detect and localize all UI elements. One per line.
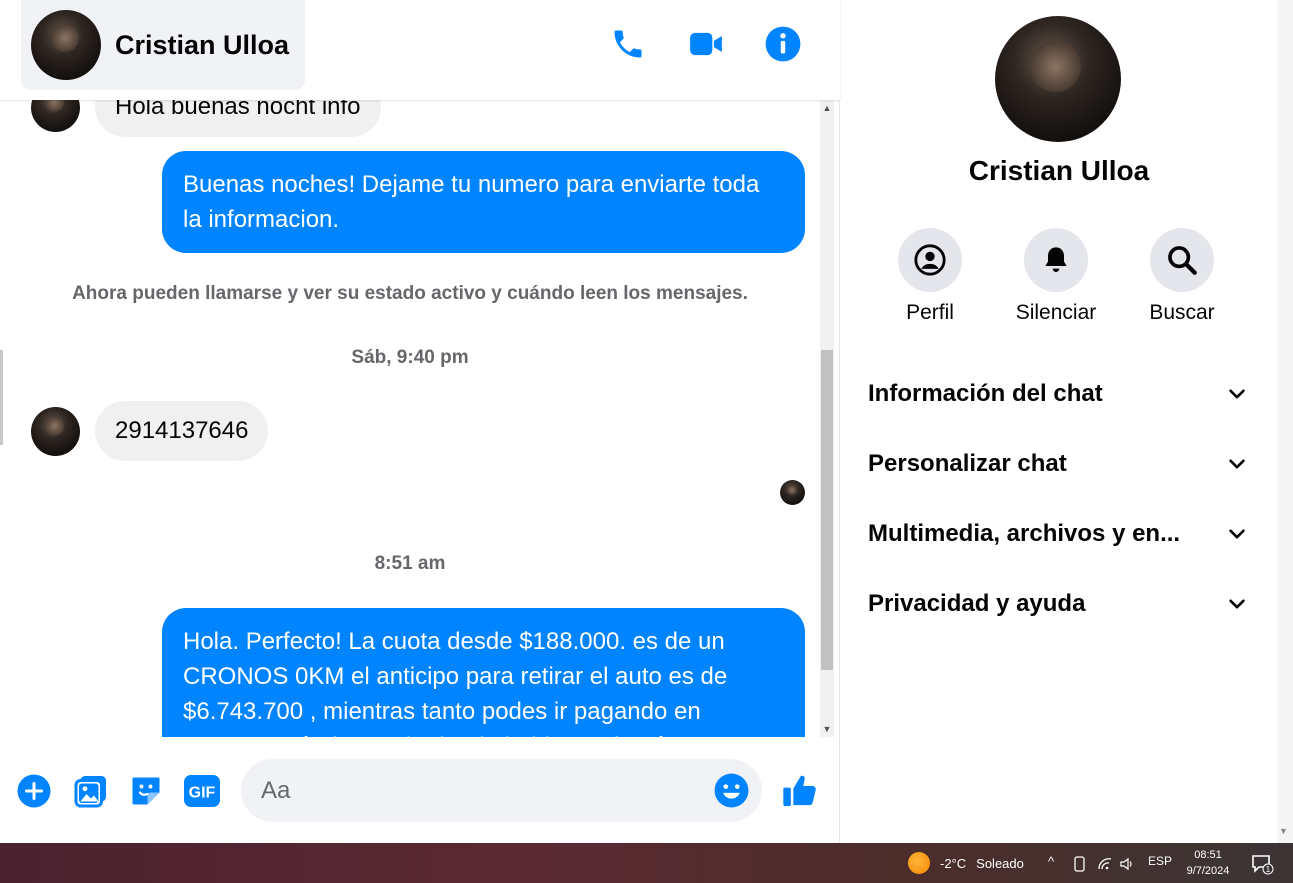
svg-text:1: 1 [1266,865,1271,874]
conversation-info-button[interactable] [761,22,805,66]
video-camera-icon [690,32,722,56]
send-like-button[interactable] [780,771,820,811]
video-call-button[interactable] [684,22,728,66]
mute-action-circle [1024,228,1088,292]
tray-expand-icon[interactable]: ^ [1048,854,1054,869]
chat-header: Cristian Ulloa [0,0,840,100]
messenger-window: Cristian Ulloa Hola buenas nocht info Bu… [0,0,1293,883]
section-label: Información del chat [868,380,1103,407]
profile-action-button[interactable]: Perfil [875,228,985,325]
message-scrollbar[interactable]: ▲ ▼ [820,100,834,737]
gif-button[interactable]: GIF [183,773,221,809]
chevron-down-icon [1229,389,1245,399]
profile-icon [914,244,946,276]
message-input[interactable] [261,759,701,822]
section-privacy-help[interactable]: Privacidad y ayuda [868,579,1248,629]
chevron-down-icon [1229,459,1245,469]
contact-name: Cristian Ulloa [115,29,290,60]
message-list[interactable]: Hola buenas nocht info Buenas noches! De… [0,100,820,737]
incoming-message-row: 2914137646 [31,401,269,461]
seen-indicator-avatar [780,480,805,505]
mute-action-button[interactable]: Silenciar [1001,228,1111,325]
incoming-message[interactable]: Hola buenas nocht info [95,100,381,137]
chevron-down-icon [1229,529,1245,539]
sender-avatar [31,406,80,456]
incoming-message[interactable]: 2914137646 [95,401,269,461]
section-media-files[interactable]: Multimedia, archivos y en... [868,509,1248,559]
conversation-details-pane: Cristian Ulloa Perfil Silenciar Buscar I… [839,0,1277,843]
sun-icon [908,852,930,874]
emoji-icon [714,773,749,808]
system-notice: Ahora pueden llamarse y ver su estado ac… [72,283,748,304]
wifi-icon[interactable] [1097,857,1113,871]
scroll-down-arrow-icon[interactable]: ▼ [820,721,834,737]
search-action-label: Buscar [1149,301,1215,324]
input-language[interactable]: ESP [1148,854,1172,868]
contact-header-button[interactable]: Cristian Ulloa [21,0,305,90]
clock-time: 08:51 [1194,849,1222,861]
volume-icon[interactable] [1119,856,1135,872]
profile-action-label: Perfil [906,301,954,324]
search-action-button[interactable]: Buscar [1127,228,1237,325]
profile-name: Cristian Ulloa [968,155,1150,186]
gif-icon: GIF [184,775,220,807]
scroll-up-arrow-icon[interactable]: ▲ [820,100,834,116]
windows-taskbar: -2°C Soleado ^ ESP 08:51 9/7/2024 1 [0,843,1293,883]
weather-temperature: -2°C [940,855,967,871]
voice-call-button[interactable] [606,22,650,66]
info-icon [765,26,801,62]
sticker-icon [132,777,160,805]
like-icon [783,775,816,806]
composer-bar: GIF [0,737,840,843]
photo-icon [74,776,106,808]
message-timestamp: 8:51 am [374,553,446,574]
message-input-container [241,759,762,822]
incoming-message-row: Hola buenas nocht info [31,100,381,137]
section-label: Personalizar chat [868,450,1067,477]
contact-avatar [31,10,101,80]
weather-condition: Soleado [976,855,1024,871]
profile-action-circle [898,228,962,292]
more-actions-button[interactable] [16,773,52,809]
mute-action-label: Silenciar [1015,301,1097,324]
notification-center-icon[interactable]: 1 [1250,853,1274,875]
section-chat-info[interactable]: Información del chat [868,369,1248,419]
weather-widget[interactable]: -2°C Soleado [908,852,1024,874]
section-customize-chat[interactable]: Personalizar chat [868,439,1248,489]
chat-pane: Cristian Ulloa Hola buenas nocht info Bu… [0,0,840,843]
profile-avatar[interactable] [995,16,1121,142]
svg-text:GIF: GIF [189,785,216,802]
search-icon [1168,246,1197,275]
attach-photo-button[interactable] [73,773,109,809]
page-scroll-down-arrow-icon[interactable]: ▼ [1279,826,1288,836]
section-label: Privacidad y ayuda [868,590,1086,617]
scrollbar-thumb[interactable] [821,350,833,670]
bell-icon [1045,247,1067,272]
clock-date: 9/7/2024 [1186,865,1230,877]
message-timestamp: Sáb, 9:40 pm [351,347,469,368]
outgoing-message[interactable]: Buenas noches! Dejame tu numero para env… [162,151,805,253]
search-action-circle [1150,228,1214,292]
emoji-button[interactable] [713,772,750,809]
phone-icon [614,30,642,58]
system-clock[interactable]: 08:51 9/7/2024 [1180,847,1236,879]
page-scrollbar[interactable] [1277,0,1293,843]
section-label: Multimedia, archivos y en... [868,520,1181,547]
chevron-down-icon [1229,599,1245,609]
outgoing-message[interactable]: Hola. Perfecto! La cuota desde $188.000.… [162,608,805,737]
plus-icon [17,774,51,808]
sender-avatar [31,100,80,132]
sticker-button[interactable] [128,773,164,809]
meet-now-icon[interactable] [1073,856,1087,872]
